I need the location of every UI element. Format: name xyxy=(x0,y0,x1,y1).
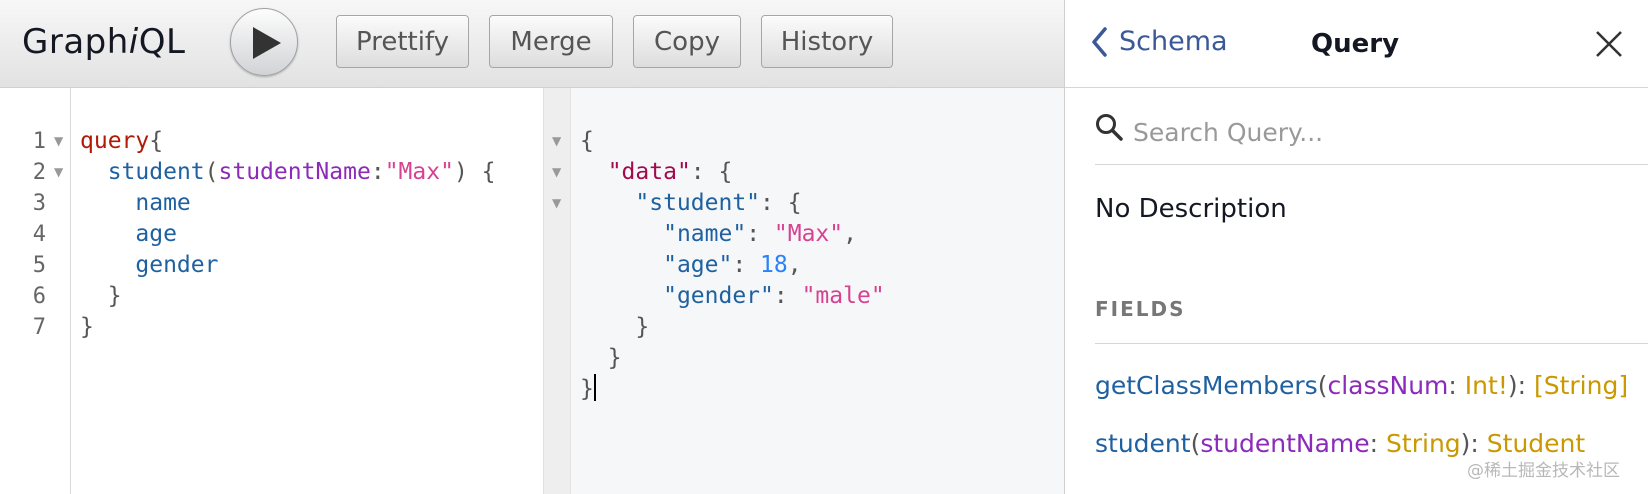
close-icon[interactable] xyxy=(1595,30,1623,58)
code-line[interactable]: } xyxy=(80,281,122,312)
line-number: 4 xyxy=(32,222,46,247)
result-line: } xyxy=(635,314,650,340)
field-item: getClassMembers(classNum: Int!): [String… xyxy=(1095,371,1629,400)
play-icon xyxy=(253,27,281,59)
arg-type-link[interactable]: Int! xyxy=(1465,371,1508,400)
divider xyxy=(1095,343,1648,344)
code-line[interactable]: gender xyxy=(80,250,218,281)
search-input[interactable] xyxy=(1133,110,1613,154)
line-number: 6 xyxy=(32,284,46,309)
text-cursor xyxy=(593,374,596,401)
fold-arrow-icon[interactable]: ▼ xyxy=(552,126,561,157)
return-type-link[interactable]: [String] xyxy=(1534,371,1628,400)
doc-explorer: Schema Query No Description FIELDS getCl… xyxy=(1064,0,1648,494)
merge-button[interactable]: Merge xyxy=(489,15,613,68)
result-line: { xyxy=(580,128,594,154)
field-item: student(studentName: String): Student xyxy=(1095,429,1586,458)
fold-arrow-icon[interactable]: ▼ xyxy=(54,126,63,157)
chevron-left-icon xyxy=(1092,26,1107,57)
doc-explorer-header: Schema Query xyxy=(1065,0,1648,88)
line-number: 2 xyxy=(32,160,46,185)
result-line: "data": { xyxy=(607,159,733,185)
back-to-schema-link[interactable]: Schema xyxy=(1091,26,1228,57)
doc-title: Query xyxy=(1311,29,1400,59)
field-name-link[interactable]: getClassMembers xyxy=(1095,371,1318,400)
code-line[interactable]: query{ xyxy=(80,126,163,157)
fold-arrow-icon[interactable]: ▼ xyxy=(552,157,561,188)
toolbar: GraphiQL Prettify Merge Copy History xyxy=(0,0,1064,88)
copy-button[interactable]: Copy xyxy=(633,15,741,68)
result-gutter: ▼ ▼ ▼ xyxy=(544,88,571,494)
type-description: No Description xyxy=(1095,194,1287,224)
result-line: "name": "Max", xyxy=(663,221,857,247)
code-line[interactable]: student(studentName:"Max") { xyxy=(80,157,496,188)
code-line[interactable]: name xyxy=(80,188,190,219)
result-line: "student": { xyxy=(635,190,802,216)
fold-arrow-icon[interactable]: ▼ xyxy=(552,188,561,219)
result-line: } xyxy=(580,374,596,402)
code-line[interactable]: age xyxy=(80,219,177,250)
history-button[interactable]: History xyxy=(761,15,893,68)
line-number: 5 xyxy=(32,253,46,278)
prettify-button[interactable]: Prettify xyxy=(336,15,469,68)
result-viewer[interactable]: ▼ ▼ ▼ { "data": { "student": { "name": "… xyxy=(543,88,1064,494)
line-number-gutter: 1 ▼ 2 ▼ 3 4 5 6 7 xyxy=(0,88,71,494)
line-number: 1 xyxy=(32,129,46,154)
return-type-link[interactable]: Student xyxy=(1487,429,1585,458)
watermark: @稀土掘金技术社区 xyxy=(1467,461,1620,481)
search-icon xyxy=(1096,114,1123,141)
fields-heading: FIELDS xyxy=(1095,297,1186,321)
field-name-link[interactable]: student xyxy=(1095,429,1191,458)
line-number: 7 xyxy=(32,315,46,340)
execute-query-button[interactable] xyxy=(230,8,298,76)
code-line[interactable]: } xyxy=(80,312,94,343)
fold-arrow-icon[interactable]: ▼ xyxy=(54,157,63,188)
result-line: "age": 18, xyxy=(663,252,802,278)
graphiql-logo: GraphiQL xyxy=(22,22,186,62)
result-line: "gender": "male" xyxy=(663,283,885,309)
arg-type-link[interactable]: String xyxy=(1386,429,1461,458)
query-editor[interactable]: 1 ▼ 2 ▼ 3 4 5 6 7 query{ student(student… xyxy=(0,88,543,494)
field-arg: studentName xyxy=(1200,429,1370,458)
result-line: } xyxy=(607,345,622,371)
doc-search xyxy=(1095,108,1648,165)
field-arg: classNum xyxy=(1327,371,1449,400)
line-number: 3 xyxy=(32,191,46,216)
back-label: Schema xyxy=(1119,26,1228,57)
